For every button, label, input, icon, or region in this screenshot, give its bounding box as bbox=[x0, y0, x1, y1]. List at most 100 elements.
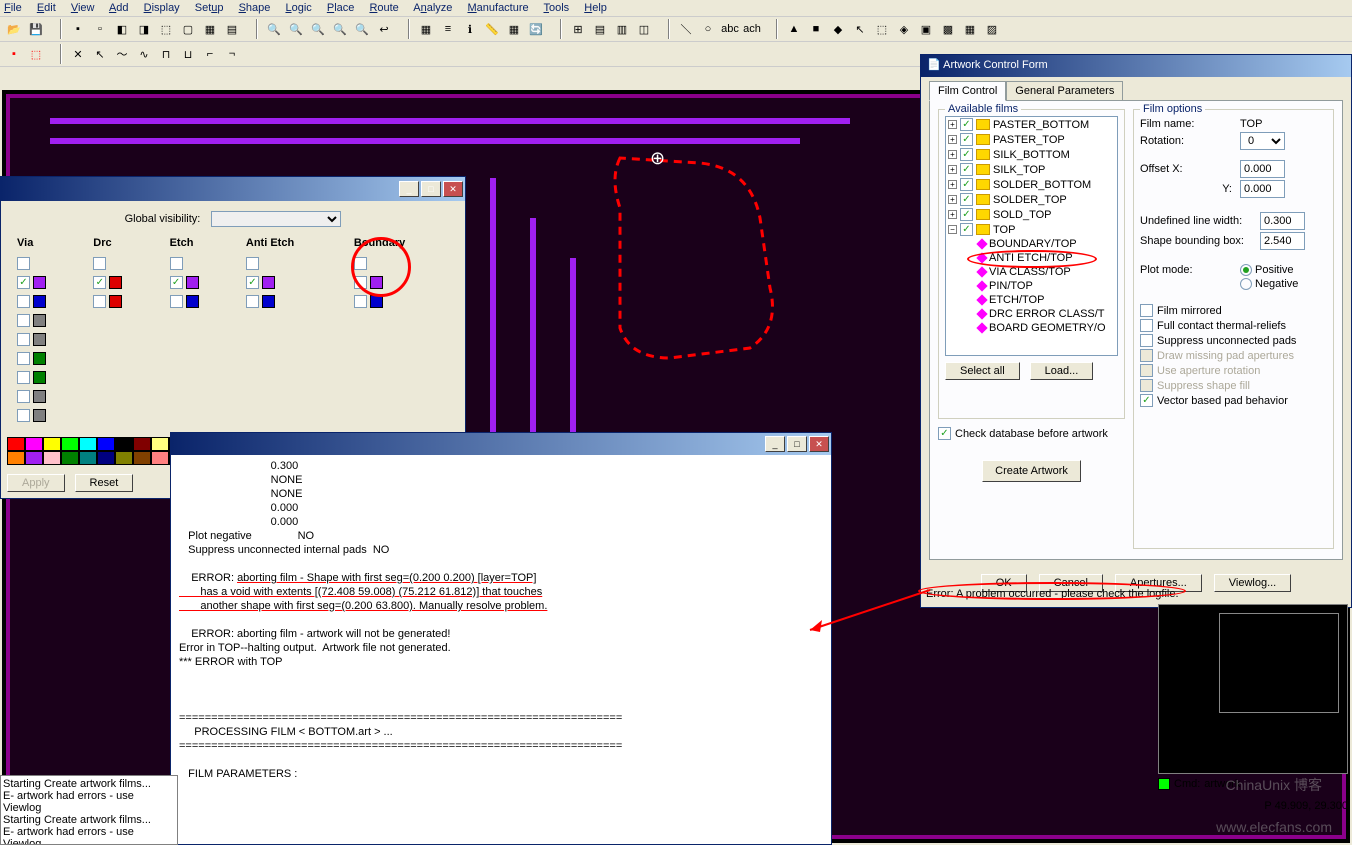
checkbox[interactable] bbox=[17, 390, 30, 403]
palette-swatch[interactable] bbox=[97, 451, 115, 465]
tool-icon[interactable]: ▫ bbox=[90, 19, 110, 39]
tool-icon[interactable]: ◨ bbox=[134, 19, 154, 39]
color-swatch[interactable] bbox=[262, 295, 275, 308]
palette-swatch[interactable] bbox=[151, 451, 169, 465]
menu-analyze[interactable]: Analyze bbox=[413, 2, 452, 14]
text-icon[interactable]: ach bbox=[742, 19, 762, 39]
palette-swatch[interactable] bbox=[97, 437, 115, 451]
film-tree[interactable]: +PASTER_BOTTOM +PASTER_TOP +SILK_BOTTOM … bbox=[945, 116, 1118, 356]
tool-icon[interactable]: ⊓ bbox=[156, 44, 176, 64]
minimize-button[interactable]: _ bbox=[399, 181, 419, 197]
checkbox[interactable] bbox=[93, 276, 106, 289]
tab-general-params[interactable]: General Parameters bbox=[1006, 81, 1123, 100]
info-icon[interactable]: ℹ bbox=[460, 19, 480, 39]
checkbox[interactable] bbox=[17, 314, 30, 327]
palette-swatch[interactable] bbox=[43, 451, 61, 465]
color-swatch[interactable] bbox=[33, 333, 46, 346]
maximize-button[interactable]: □ bbox=[787, 436, 807, 452]
palette-swatch[interactable] bbox=[25, 437, 43, 451]
menu-display[interactable]: Display bbox=[144, 2, 180, 14]
grid-icon[interactable]: ⊞ bbox=[568, 19, 588, 39]
circle-icon[interactable]: ○ bbox=[698, 19, 718, 39]
tool-icon[interactable]: ▣ bbox=[916, 19, 936, 39]
shape-bbox-input[interactable] bbox=[1260, 232, 1305, 250]
artwork-titlebar[interactable]: 📄 Artwork Control Form bbox=[921, 55, 1351, 77]
color-swatch[interactable] bbox=[262, 276, 275, 289]
checkbox[interactable] bbox=[170, 276, 183, 289]
color-swatch[interactable] bbox=[33, 352, 46, 365]
checkbox[interactable] bbox=[17, 371, 30, 384]
visibility-titlebar[interactable]: _ □ ✕ bbox=[1, 177, 465, 201]
offset-y-input[interactable] bbox=[1240, 180, 1285, 198]
menu-logic[interactable]: Logic bbox=[285, 2, 311, 14]
tool-icon[interactable]: ⬚ bbox=[872, 19, 892, 39]
minimize-button[interactable]: _ bbox=[765, 436, 785, 452]
tool-icon[interactable]: ⬚ bbox=[26, 44, 46, 64]
color-swatch[interactable] bbox=[33, 409, 46, 422]
color-swatch[interactable] bbox=[186, 276, 199, 289]
menu-edit[interactable]: Edit bbox=[37, 2, 56, 14]
tool-icon[interactable]: ▦ bbox=[960, 19, 980, 39]
save-icon[interactable]: 💾 bbox=[26, 19, 46, 39]
checkbox[interactable] bbox=[246, 295, 259, 308]
color-swatch[interactable] bbox=[109, 295, 122, 308]
checkbox[interactable] bbox=[93, 295, 106, 308]
menu-setup[interactable]: Setup bbox=[195, 2, 224, 14]
viewlog-button[interactable]: Viewlog... bbox=[1214, 574, 1292, 592]
vector-pad-checkbox[interactable] bbox=[1140, 394, 1153, 407]
tool-icon[interactable]: ▩ bbox=[938, 19, 958, 39]
menu-help[interactable]: Help bbox=[584, 2, 607, 14]
tool-icon[interactable]: ✕ bbox=[68, 44, 88, 64]
tool-icon[interactable]: ▨ bbox=[982, 19, 1002, 39]
menu-manufacture[interactable]: Manufacture bbox=[467, 2, 528, 14]
tool-icon[interactable]: ⌐ bbox=[200, 44, 220, 64]
rotation-select[interactable]: 0 bbox=[1240, 132, 1285, 150]
text-icon[interactable]: abc bbox=[720, 19, 740, 39]
command-value[interactable]: artwork bbox=[1204, 778, 1240, 790]
palette-swatch[interactable] bbox=[133, 451, 151, 465]
menu-route[interactable]: Route bbox=[369, 2, 398, 14]
palette-swatch[interactable] bbox=[7, 451, 25, 465]
close-button[interactable]: ✕ bbox=[809, 436, 829, 452]
menu-view[interactable]: View bbox=[71, 2, 95, 14]
checkbox[interactable] bbox=[17, 409, 30, 422]
checkbox[interactable] bbox=[17, 295, 30, 308]
refresh-icon[interactable]: 🔄 bbox=[526, 19, 546, 39]
checkbox[interactable] bbox=[354, 295, 367, 308]
line-icon[interactable]: ＼ bbox=[676, 19, 696, 39]
apply-button[interactable]: Apply bbox=[7, 474, 65, 492]
tool-icon[interactable]: ▪ bbox=[68, 19, 88, 39]
checkbox[interactable] bbox=[354, 257, 367, 270]
measure-icon[interactable]: 📏 bbox=[482, 19, 502, 39]
palette-swatch[interactable] bbox=[151, 437, 169, 451]
reset-button[interactable]: Reset bbox=[75, 474, 134, 492]
checkbox[interactable] bbox=[17, 352, 30, 365]
color-swatch[interactable] bbox=[33, 295, 46, 308]
tool-icon[interactable]: ▤ bbox=[222, 19, 242, 39]
tool-icon[interactable]: ▥ bbox=[612, 19, 632, 39]
tool-icon[interactable]: ◧ bbox=[112, 19, 132, 39]
zoom-out-icon[interactable]: 🔍 bbox=[286, 19, 306, 39]
open-icon[interactable]: 📂 bbox=[4, 19, 24, 39]
log-titlebar[interactable]: _ □ ✕ bbox=[171, 433, 831, 455]
world-view[interactable] bbox=[1158, 604, 1348, 774]
menu-file[interactable]: File bbox=[4, 2, 22, 14]
menu-tools[interactable]: Tools bbox=[544, 2, 570, 14]
tool-icon[interactable]: ▤ bbox=[590, 19, 610, 39]
zoom-fit-icon[interactable]: 🔍 bbox=[308, 19, 328, 39]
select-icon[interactable]: ↖ bbox=[850, 19, 870, 39]
palette-swatch[interactable] bbox=[79, 437, 97, 451]
palette-swatch[interactable] bbox=[7, 437, 25, 451]
select-all-button[interactable]: Select all bbox=[945, 362, 1020, 380]
checkbox[interactable] bbox=[170, 257, 183, 270]
color-swatch[interactable] bbox=[33, 314, 46, 327]
plot-positive-radio[interactable] bbox=[1240, 264, 1252, 276]
plot-negative-radio[interactable] bbox=[1240, 278, 1252, 290]
tool-icon[interactable]: ◆ bbox=[828, 19, 848, 39]
menu-place[interactable]: Place bbox=[327, 2, 355, 14]
layers-icon[interactable]: ≡ bbox=[438, 19, 458, 39]
tool-icon[interactable]: ◫ bbox=[634, 19, 654, 39]
tool-icon[interactable]: ◈ bbox=[894, 19, 914, 39]
color-swatch[interactable] bbox=[370, 276, 383, 289]
color-swatch[interactable] bbox=[33, 276, 46, 289]
